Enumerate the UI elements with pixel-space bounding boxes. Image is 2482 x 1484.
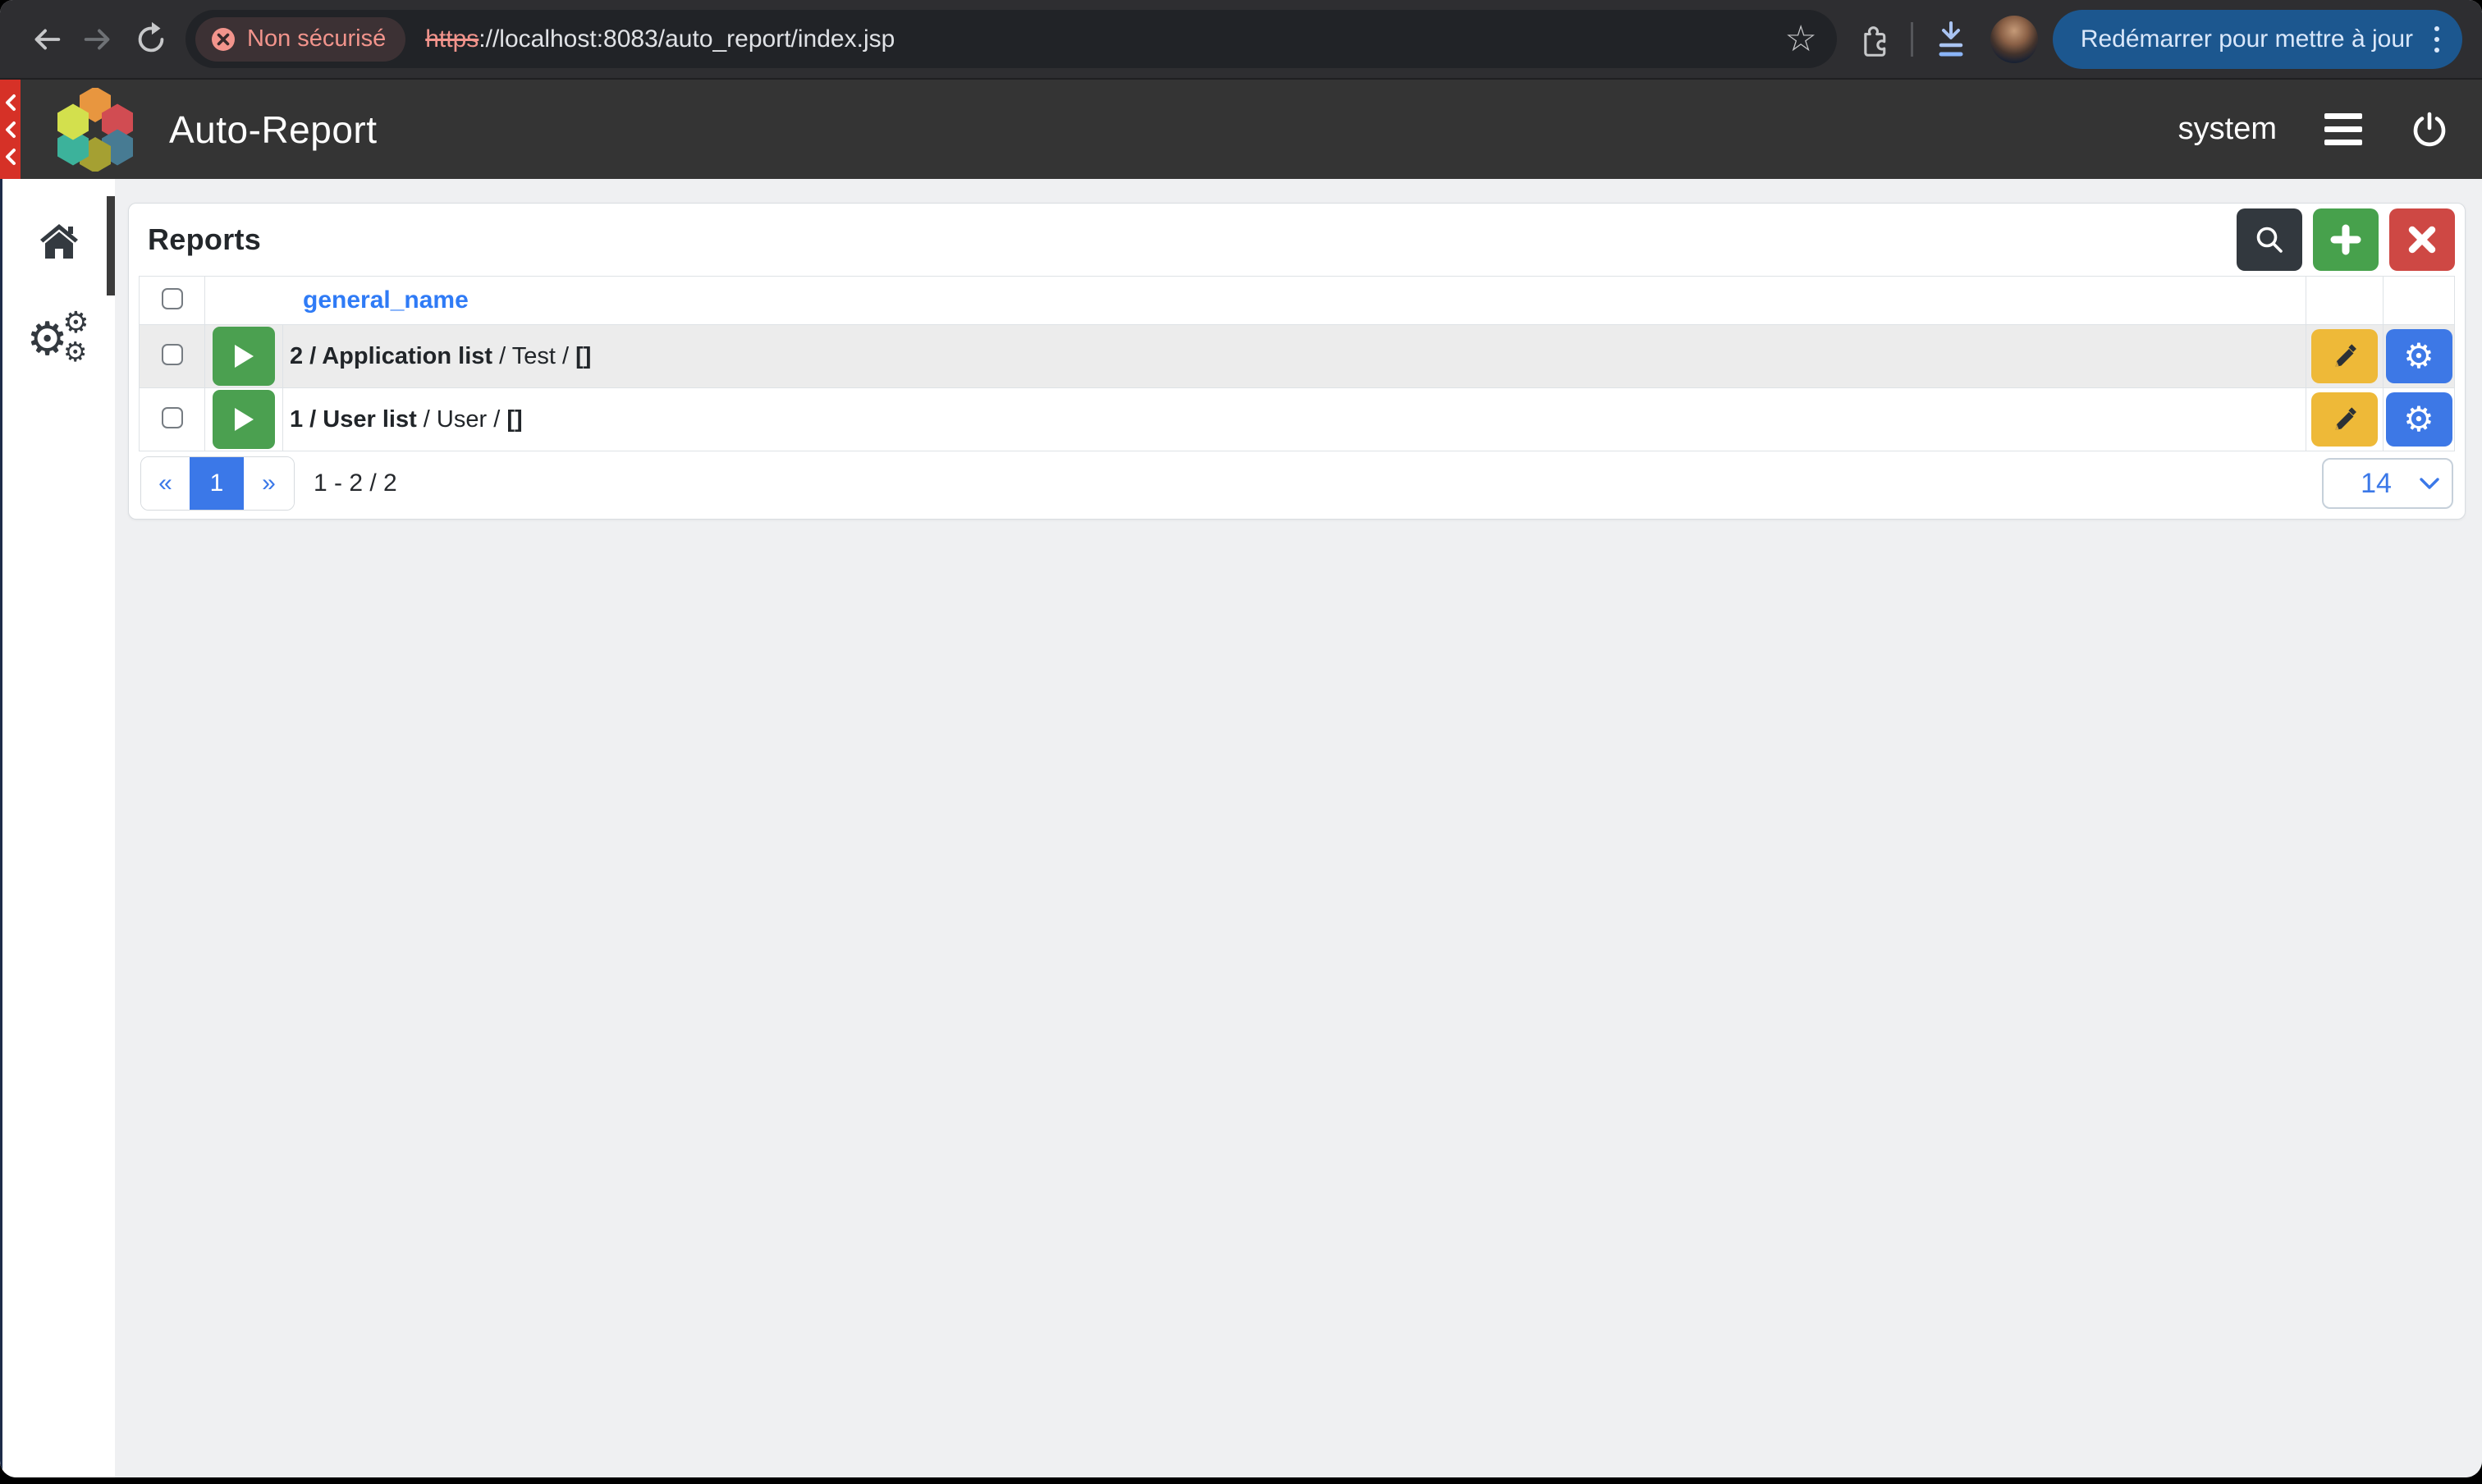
gears-icon: ⚙ ⚙ ⚙ xyxy=(26,305,89,367)
back-button[interactable] xyxy=(20,13,72,66)
search-icon xyxy=(2256,227,2283,253)
gear-icon: ⚙ xyxy=(2403,400,2434,438)
home-icon xyxy=(39,224,78,259)
bookmark-star-icon[interactable]: ☆ xyxy=(1776,21,1825,57)
plus-icon xyxy=(2330,224,2361,255)
sidebar-item-home[interactable] xyxy=(21,215,97,268)
report-name: 2 / Application list / Test / [] xyxy=(282,324,2306,388)
app-title: Auto-Report xyxy=(169,108,378,151)
sidebar-item-settings[interactable]: ⚙ ⚙ ⚙ xyxy=(21,305,97,367)
chevron-left-icon xyxy=(5,121,16,138)
table-row: 2 / Application list / Test / [] ⚙ xyxy=(139,324,2455,388)
page-size-select[interactable]: 14 xyxy=(2322,458,2453,509)
chevron-down-icon xyxy=(2420,478,2439,489)
url-text: https://localhost:8083/auto_report/index… xyxy=(425,25,1776,53)
security-chip[interactable]: Non sécurisé xyxy=(195,16,406,62)
table-header-row: general_name xyxy=(139,276,2455,325)
page-title: Reports xyxy=(148,222,262,256)
close-button[interactable] xyxy=(2389,208,2455,271)
run-report-button[interactable] xyxy=(213,327,275,386)
back-arrow-icon xyxy=(34,29,61,49)
x-icon xyxy=(2408,226,2436,254)
forward-button[interactable] xyxy=(72,13,125,66)
play-icon xyxy=(235,408,254,431)
profile-avatar[interactable] xyxy=(1990,15,2038,63)
content-area: Reports general_name 2 / Application lis… xyxy=(115,179,2482,1477)
row-checkbox[interactable] xyxy=(161,343,183,365)
pagination-next[interactable]: » xyxy=(244,457,294,510)
column-header-settings xyxy=(2383,276,2455,325)
card-header: Reports xyxy=(139,204,2455,276)
card-actions xyxy=(2237,208,2455,271)
card-footer: « 1 » 1 - 2 / 2 14 xyxy=(139,456,2455,511)
row-checkbox[interactable] xyxy=(161,406,183,428)
pencil-icon xyxy=(2335,344,2356,367)
insecure-icon xyxy=(212,27,235,51)
url-path: ://localhost:8083/auto_report/index.jsp xyxy=(479,25,895,53)
edit-report-button[interactable] xyxy=(2311,392,2378,447)
report-name: 1 / User list / User / [] xyxy=(282,387,2306,451)
main-area: ⚙ ⚙ ⚙ Reports general_name 2 / Applicati… xyxy=(0,179,2482,1477)
table-row: 1 / User list / User / [] ⚙ xyxy=(139,387,2455,451)
app-logo[interactable] xyxy=(54,87,136,172)
power-icon xyxy=(2413,112,2446,146)
sidebar-scrollbar[interactable] xyxy=(107,196,115,295)
chevron-left-icon xyxy=(5,148,16,165)
download-icon xyxy=(1939,21,1963,56)
downloads-button[interactable] xyxy=(1926,15,1976,64)
add-button[interactable] xyxy=(2313,208,2379,271)
restart-to-update-button[interactable]: Redémarrer pour mettre à jour xyxy=(2052,9,2462,69)
forward-arrow-icon xyxy=(84,29,110,49)
reports-table: general_name 2 / Application list / Test… xyxy=(139,276,2455,451)
reload-icon xyxy=(138,21,164,52)
url-bar[interactable]: Non sécurisé https://localhost:8083/auto… xyxy=(185,10,1837,68)
browser-menu-icon[interactable] xyxy=(2431,23,2443,56)
sidebar: ⚙ ⚙ ⚙ xyxy=(0,179,115,1477)
pagination-page-1[interactable]: 1 xyxy=(190,457,244,510)
select-all-checkbox[interactable] xyxy=(161,287,183,309)
username[interactable]: system xyxy=(2178,112,2277,147)
search-button[interactable] xyxy=(2237,208,2302,271)
column-header-general-name[interactable]: general_name xyxy=(204,276,2306,325)
app-header: Auto-Report system xyxy=(0,80,2482,179)
report-settings-button[interactable]: ⚙ xyxy=(2385,392,2452,447)
pencil-icon xyxy=(2335,407,2356,430)
sidebar-collapse-strip[interactable] xyxy=(0,80,21,179)
edit-report-button[interactable] xyxy=(2311,329,2378,383)
restart-label: Redémarrer pour mettre à jour xyxy=(2080,25,2413,53)
pagination-summary: 1 - 2 / 2 xyxy=(314,469,397,497)
browser-toolbar: Non sécurisé https://localhost:8083/auto… xyxy=(0,0,2482,80)
pagination-prev[interactable]: « xyxy=(141,457,190,510)
chevron-left-icon xyxy=(5,94,16,111)
pagination: « 1 » xyxy=(140,456,295,511)
extensions-button[interactable] xyxy=(1848,15,1898,64)
page-size-value: 14 xyxy=(2361,467,2392,499)
menu-button[interactable] xyxy=(2319,108,2367,150)
url-scheme: https xyxy=(425,25,479,53)
toolbar-divider xyxy=(1910,21,1913,57)
play-icon xyxy=(235,345,254,368)
security-chip-label: Non sécurisé xyxy=(247,25,387,52)
gear-icon: ⚙ xyxy=(2403,337,2434,375)
column-header-edit xyxy=(2306,276,2384,325)
reload-button[interactable] xyxy=(125,13,177,66)
reports-card: Reports general_name 2 / Application lis… xyxy=(128,203,2466,520)
logout-button[interactable] xyxy=(2406,107,2452,153)
run-report-button[interactable] xyxy=(213,390,275,449)
extensions-puzzle-icon xyxy=(1864,25,1886,57)
browser-window: Non sécurisé https://localhost:8083/auto… xyxy=(0,0,2482,1477)
report-settings-button[interactable]: ⚙ xyxy=(2385,329,2452,383)
